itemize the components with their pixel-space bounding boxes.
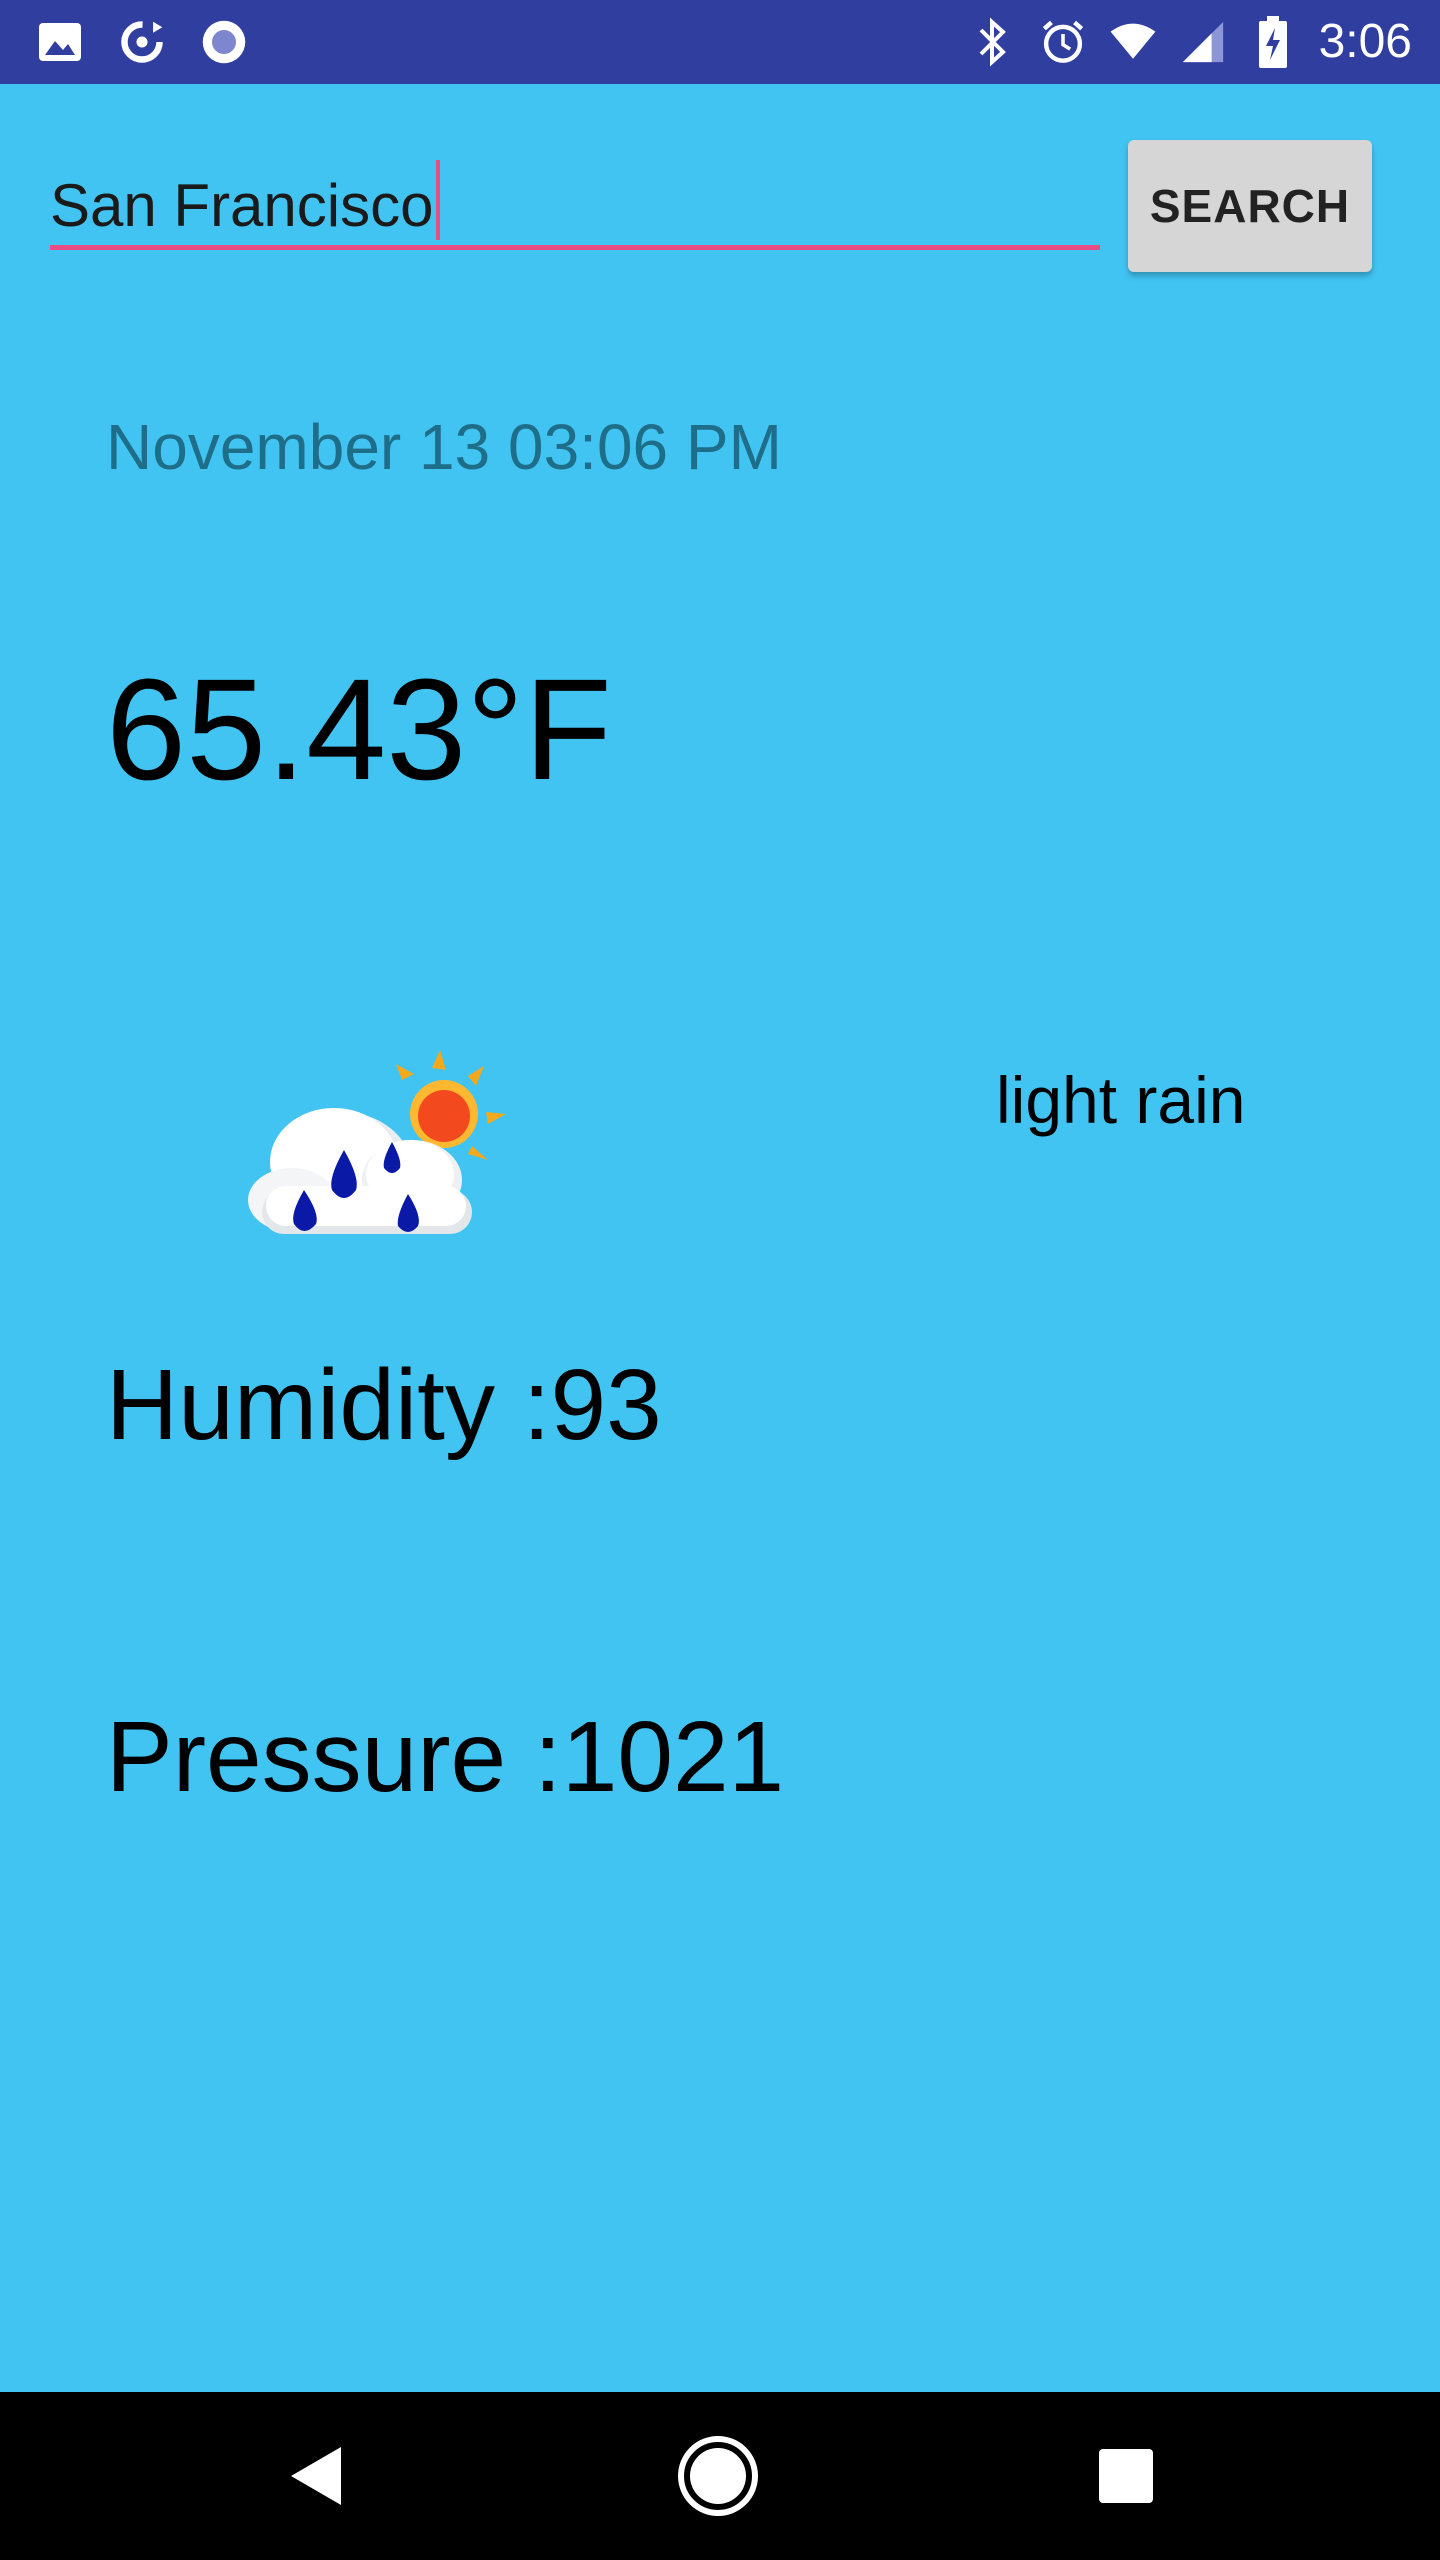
clock-time: 3:06 — [1318, 15, 1412, 68]
date-time-label: November 13 03:06 PM — [106, 411, 782, 483]
search-button[interactable]: SEARCH — [1128, 140, 1372, 272]
humidity-label: Humidity :93 — [106, 1349, 662, 1461]
light-rain-icon — [232, 1050, 512, 1260]
alarm-icon — [1039, 14, 1087, 70]
sync-icon — [118, 14, 166, 70]
temperature-value: 65.43°F — [106, 649, 612, 810]
back-icon[interactable] — [270, 2430, 362, 2522]
search-input-underline — [50, 245, 1100, 250]
navigation-bar — [0, 2392, 1440, 2560]
wifi-icon — [1109, 14, 1157, 70]
text-cursor — [435, 160, 440, 240]
bluetooth-icon — [969, 14, 1017, 70]
status-bar: 3:06 — [0, 0, 1440, 84]
search-input[interactable]: San Francisco — [50, 160, 440, 244]
pressure-label: Pressure :1021 — [106, 1701, 785, 1813]
search-input-value: San Francisco — [50, 172, 434, 239]
image-icon — [36, 14, 84, 70]
record-icon — [200, 14, 248, 70]
signal-icon — [1179, 14, 1227, 70]
weather-description: light rain — [996, 1063, 1246, 1137]
home-icon[interactable] — [672, 2430, 764, 2522]
recents-icon[interactable] — [1080, 2430, 1172, 2522]
battery-charging-icon — [1249, 14, 1297, 70]
